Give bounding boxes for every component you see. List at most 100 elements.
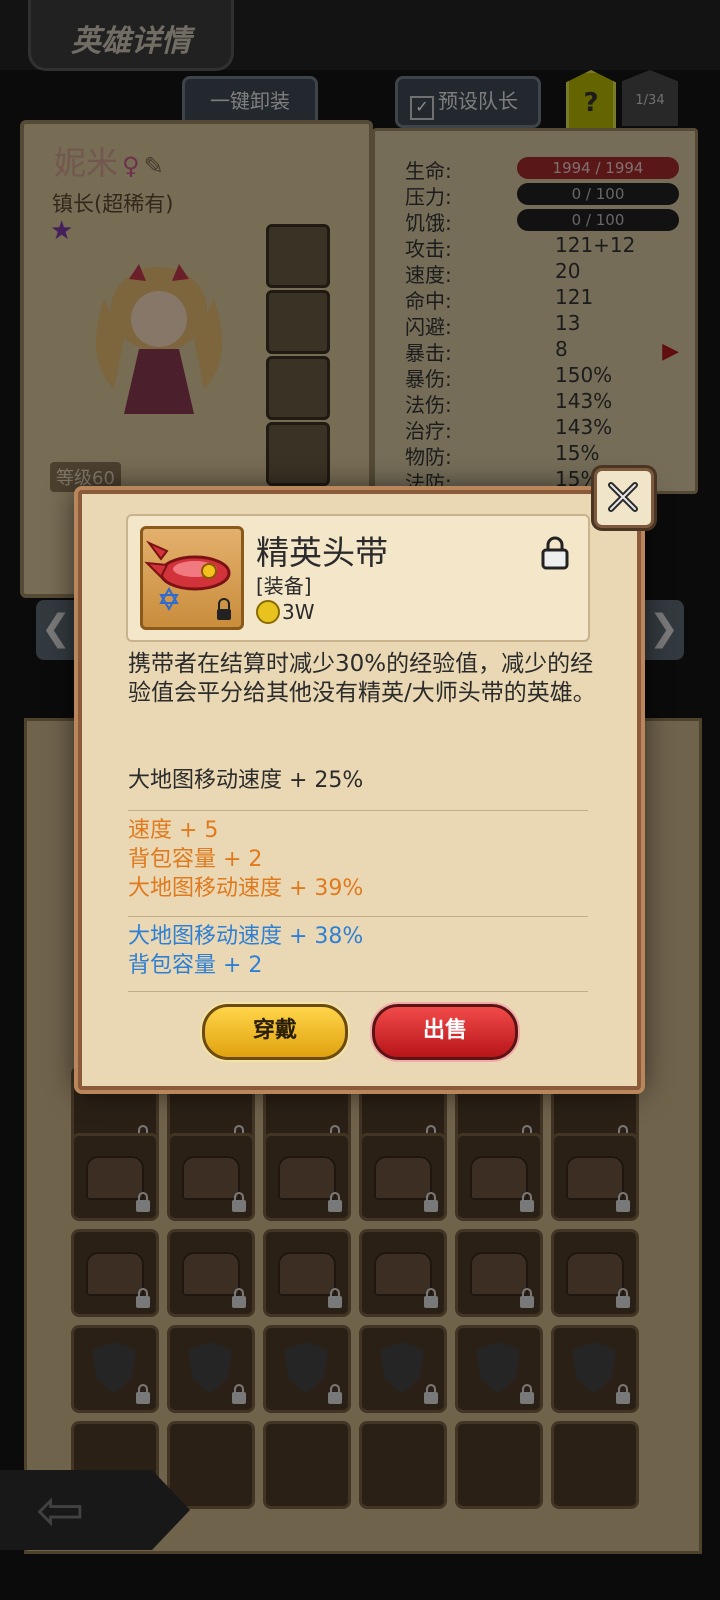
equipment-slot[interactable] [266,224,330,288]
sell-button[interactable]: 出售 [372,1004,518,1060]
inventory-slot[interactable] [263,1421,351,1509]
inventory-slot-chest[interactable] [551,1229,639,1317]
shield-icon [188,1342,232,1394]
item-price: 3W [256,600,315,624]
inventory-slot-chest[interactable] [71,1229,159,1317]
close-button[interactable] [594,468,654,528]
chest-icon [278,1156,336,1200]
item-header: 精英头带 [装备] 3W [126,514,590,642]
lock-icon [616,1192,630,1212]
lock-icon [520,1384,534,1404]
item-type: [装备] [256,574,312,598]
shield-icon [284,1342,328,1394]
chest-icon [86,1156,144,1200]
inventory-slot-chest[interactable] [359,1133,447,1221]
inventory-slot[interactable] [359,1421,447,1509]
chest-icon [182,1156,240,1200]
inventory-slot-shield[interactable] [455,1325,543,1413]
inventory-slot-shield[interactable] [551,1325,639,1413]
back-arrow-icon: ⇦ [36,1476,85,1544]
back-button[interactable]: ⇦ [0,1470,190,1550]
inventory-slot-shield[interactable] [71,1325,159,1413]
hero-name: 妮米 [54,144,119,182]
lock-icon [520,1192,534,1212]
screen-title-tab: 英雄详情 [28,0,234,71]
lock-icon [328,1384,342,1404]
inventory-slot-chest[interactable] [551,1133,639,1221]
inventory-slot[interactable] [167,1421,255,1509]
next-hero-icon[interactable]: ❯ [644,600,684,660]
orange-effect-line: 大地图移动速度 + 39% [128,876,364,901]
chest-icon [566,1156,624,1200]
item-detail-modal: 精英头带 [装备] 3W 携带者在结算时减少30%的经验值，减少的经验值会平分给… [74,486,645,1094]
prev-hero-icon[interactable]: ❮ [36,600,76,660]
gold-coin-icon [256,600,280,624]
shield-icon [476,1342,520,1394]
inventory-slot[interactable] [455,1421,543,1509]
shield-icon [380,1342,424,1394]
inventory-slot-chest[interactable] [359,1229,447,1317]
item-name: 精英头带 [256,533,388,572]
expand-arrow-icon[interactable]: ▶ [662,339,679,364]
hero-name-row: 妮米 ♀ ✎ [54,138,164,184]
equipment-slot[interactable] [266,422,330,486]
lock-icon [136,1288,150,1308]
lock-icon [616,1288,630,1308]
edit-name-icon[interactable]: ✎ [144,152,164,180]
star-icon: ★ [50,216,74,246]
chest-icon [374,1252,432,1296]
equipment-slot[interactable] [266,290,330,354]
preset-leader-label: 预设队长 [438,89,518,113]
inventory-slot-chest[interactable] [167,1229,255,1317]
inventory-slot-chest[interactable] [263,1229,351,1317]
inventory-slot[interactable] [551,1421,639,1509]
headband-icon [144,540,231,620]
shield-icon [92,1342,136,1394]
divider [128,916,588,917]
lock-icon [520,1288,534,1308]
page-indicator: 1/34 [622,70,678,126]
base-effect-line: 大地图移动速度 + 25% [128,768,364,793]
inventory-slot-shield[interactable] [167,1325,255,1413]
item-headband-icon [140,526,244,630]
hero-portrait [96,264,222,414]
inventory-slot-chest[interactable] [71,1133,159,1221]
lock-icon [328,1192,342,1212]
divider [128,810,588,811]
lock-icon [232,1192,246,1212]
checkbox-icon[interactable]: ✓ [410,96,434,120]
chest-icon [86,1252,144,1296]
chest-icon [278,1252,336,1296]
help-button[interactable]: ? [566,70,616,132]
inventory-slot-chest[interactable] [455,1229,543,1317]
inventory-slot-shield[interactable] [359,1325,447,1413]
lock-icon [232,1384,246,1404]
orange-effect-line: 速度 + 5 [128,818,219,843]
blue-effect-line: 背包容量 + 2 [128,953,263,978]
inventory-slot-chest[interactable] [263,1133,351,1221]
lock-icon [424,1192,438,1212]
chest-icon [566,1252,624,1296]
shield-icon [572,1342,616,1394]
lock-icon [328,1288,342,1308]
lock-icon[interactable] [540,536,570,570]
stats-panel: 生命: 1994 / 1994 压力: 0 / 100 饥饿: 0 / 100 攻击:… [372,128,698,495]
inventory-slot-chest[interactable] [455,1133,543,1221]
lock-icon [136,1384,150,1404]
inventory-slot-shield[interactable] [263,1325,351,1413]
item-price-value: 3W [282,600,315,624]
chest-icon [182,1252,240,1296]
screen-title: 英雄详情 [71,24,191,59]
lock-icon [424,1288,438,1308]
female-icon: ♀ [122,152,140,180]
chest-icon [374,1156,432,1200]
divider [128,991,588,992]
chest-icon [470,1252,528,1296]
inventory-slot-chest[interactable] [167,1133,255,1221]
hero-level: 等级60 [50,462,121,492]
close-icon [608,482,638,512]
preset-leader-toggle[interactable]: ✓ 预设队长 [395,76,541,128]
equip-button[interactable]: 穿戴 [202,1004,348,1060]
equipment-slot[interactable] [266,356,330,420]
lock-icon [424,1384,438,1404]
